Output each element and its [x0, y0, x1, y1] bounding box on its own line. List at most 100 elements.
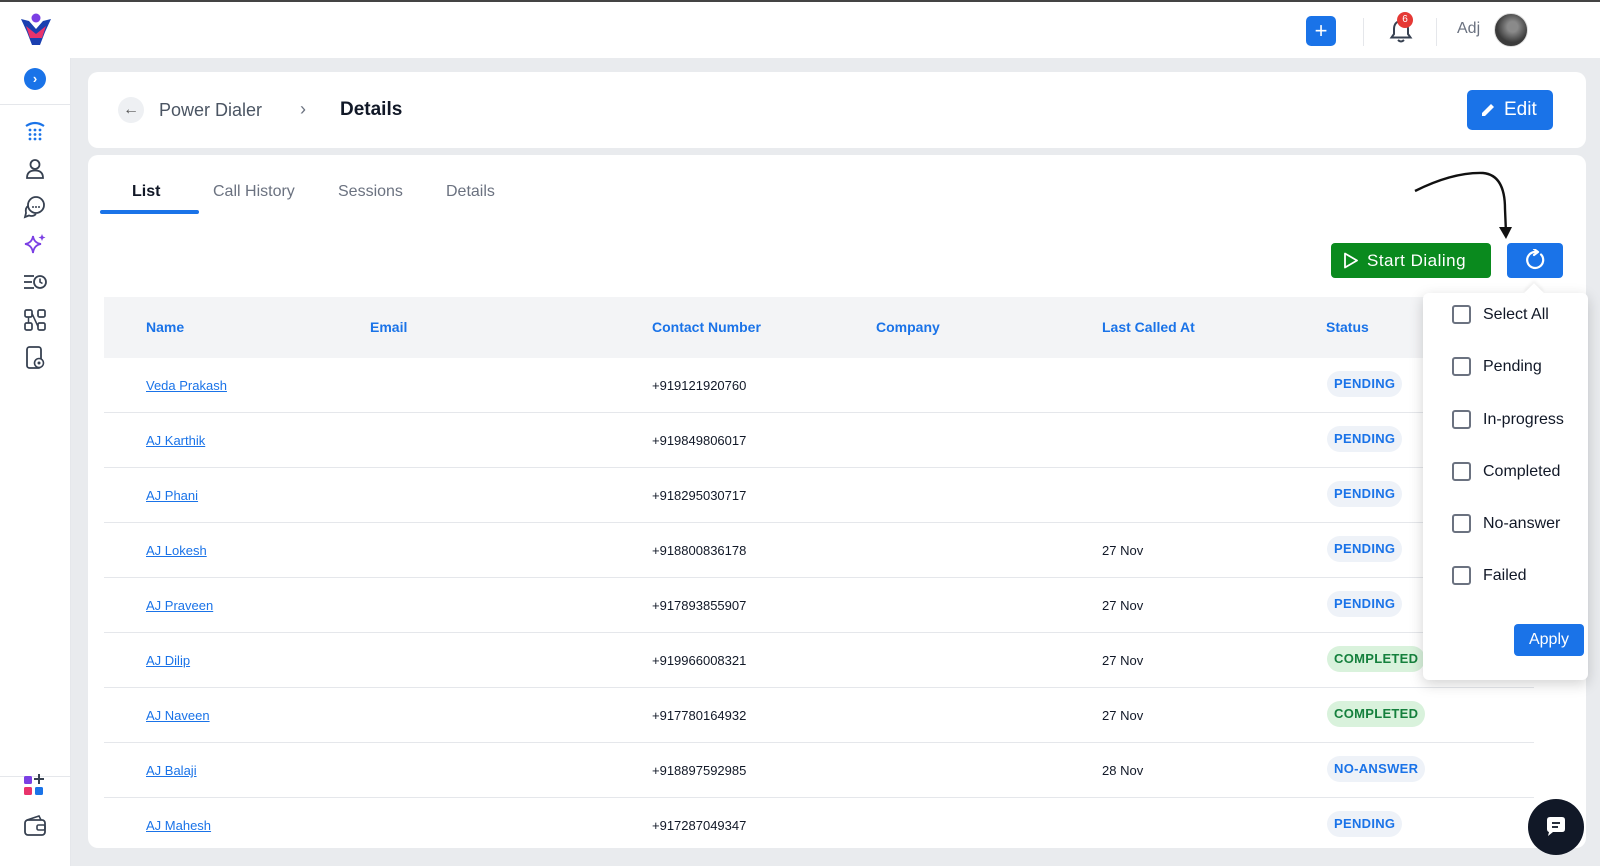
wallet-icon[interactable]: [22, 813, 48, 839]
contact-number: +917287049347: [652, 818, 747, 833]
filter-option-label: Completed: [1483, 463, 1561, 480]
filter-option-label: Failed: [1483, 567, 1527, 584]
checkbox[interactable]: [1452, 305, 1471, 324]
table-row[interactable]: Veda Prakash +919121920760 PENDING: [104, 358, 1534, 413]
notification-badge: 6: [1397, 12, 1413, 28]
contact-name-link[interactable]: AJ Mahesh: [146, 818, 211, 833]
back-button[interactable]: ←: [118, 97, 144, 123]
filter-option-label: Pending: [1483, 358, 1542, 375]
tab-list[interactable]: List: [132, 183, 160, 201]
checkbox[interactable]: [1452, 566, 1471, 585]
contact-name-link[interactable]: AJ Karthik: [146, 433, 205, 448]
last-called: 27 Nov: [1102, 653, 1144, 668]
last-called: 27 Nov: [1102, 598, 1144, 613]
phone-dialpad-icon[interactable]: [22, 118, 48, 144]
main-card: List Call History Sessions Details Start…: [88, 155, 1586, 848]
tab-call-history[interactable]: Call History: [213, 183, 295, 201]
top-bar: + 6 Adj: [0, 0, 1600, 58]
divider: [1436, 18, 1437, 46]
tab-sessions[interactable]: Sessions: [338, 183, 403, 201]
user-name[interactable]: Adj: [1457, 20, 1480, 38]
contact-name-link[interactable]: AJ Naveen: [146, 708, 210, 723]
status-badge: NO-ANSWER: [1327, 756, 1426, 782]
checkbox[interactable]: [1452, 357, 1471, 376]
add-button[interactable]: +: [1306, 16, 1336, 46]
status-badge: COMPLETED: [1327, 646, 1426, 672]
status-badge: PENDING: [1327, 536, 1403, 562]
table-header: Name Email Contact Number Company Last C…: [104, 297, 1534, 358]
start-dialing-label: Start Dialing: [1367, 251, 1467, 270]
contact-name-link[interactable]: AJ Phani: [146, 488, 198, 503]
play-icon: [1344, 252, 1358, 269]
header-card: ← Power Dialer › Details Edit: [88, 72, 1586, 148]
column-header-email[interactable]: Email: [370, 319, 407, 335]
last-called: 27 Nov: [1102, 708, 1144, 723]
status-badge: PENDING: [1327, 426, 1403, 452]
sidebar: ›: [0, 58, 71, 866]
annotation-arrow: [1414, 171, 1512, 239]
status-badge: PENDING: [1327, 591, 1403, 617]
column-header-last-called[interactable]: Last Called At: [1102, 319, 1195, 335]
status-badge: PENDING: [1327, 371, 1403, 397]
contact-number: +918295030717: [652, 488, 747, 503]
avatar[interactable]: [1494, 13, 1528, 47]
checkbox[interactable]: [1452, 514, 1471, 533]
page-title: Details: [340, 99, 403, 120]
chat-bubble-icon: [1547, 817, 1565, 836]
table-row[interactable]: AJ Mahesh +917287049347 PENDING: [104, 798, 1534, 848]
status-badge: PENDING: [1327, 811, 1403, 837]
ai-sparkle-icon[interactable]: [22, 231, 48, 257]
start-dialing-button[interactable]: Start Dialing: [1331, 243, 1491, 278]
contact-name-link[interactable]: AJ Dilip: [146, 653, 190, 668]
contact-number: +918800836178: [652, 543, 747, 558]
filter-option-label: In-progress: [1483, 411, 1564, 428]
apps-add-icon[interactable]: [22, 772, 48, 798]
checkbox[interactable]: [1452, 462, 1471, 481]
contact-number: +917780164932: [652, 708, 747, 723]
table-row[interactable]: AJ Karthik +919849806017 PENDING: [104, 413, 1534, 468]
table-row[interactable]: AJ Naveen +917780164932 27 Nov COMPLETED: [104, 688, 1534, 743]
checkbox[interactable]: [1452, 410, 1471, 429]
last-called: 27 Nov: [1102, 543, 1144, 558]
chevron-right-icon: ›: [300, 99, 306, 119]
contacts-icon[interactable]: [22, 156, 48, 182]
column-header-name[interactable]: Name: [146, 319, 184, 335]
table-row[interactable]: AJ Praveen +917893855907 27 Nov PENDING: [104, 578, 1534, 633]
apply-button[interactable]: Apply: [1514, 624, 1584, 656]
column-header-status[interactable]: Status: [1326, 319, 1369, 335]
workflow-icon[interactable]: [22, 307, 48, 333]
table-row[interactable]: AJ Lokesh +918800836178 27 Nov PENDING: [104, 523, 1534, 578]
divider: [1363, 18, 1364, 46]
edit-button[interactable]: Edit: [1467, 90, 1553, 130]
contact-name-link[interactable]: AJ Praveen: [146, 598, 213, 613]
chat-support-button[interactable]: [1528, 799, 1584, 855]
table-row[interactable]: AJ Phani +918295030717 PENDING: [104, 468, 1534, 523]
contact-number: +919849806017: [652, 433, 747, 448]
table-row[interactable]: AJ Balaji +918897592985 28 Nov NO-ANSWER: [104, 743, 1534, 798]
status-badge: PENDING: [1327, 481, 1403, 507]
device-settings-icon[interactable]: [22, 345, 48, 371]
refresh-icon: [1526, 249, 1545, 270]
table-row[interactable]: AJ Dilip +919966008321 27 Nov COMPLETED: [104, 633, 1534, 688]
filter-option-label: Select All: [1483, 306, 1549, 323]
contact-name-link[interactable]: Veda Prakash: [146, 378, 227, 393]
contact-name-link[interactable]: AJ Balaji: [146, 763, 197, 778]
sidebar-expand-button[interactable]: ›: [24, 68, 46, 90]
chat-icon[interactable]: [22, 194, 48, 220]
status-filter-dropdown: Select All Pending In-progress Completed…: [1423, 293, 1588, 680]
pencil-icon: [1482, 104, 1494, 116]
breadcrumb-parent[interactable]: Power Dialer: [159, 100, 262, 121]
column-header-contact[interactable]: Contact Number: [652, 319, 761, 335]
edit-button-label: Edit: [1504, 99, 1537, 120]
contact-number: +918897592985: [652, 763, 747, 778]
tab-details[interactable]: Details: [446, 183, 495, 201]
contact-number: +917893855907: [652, 598, 747, 613]
refresh-button[interactable]: [1507, 243, 1563, 278]
active-tab-indicator: [100, 210, 199, 214]
divider: [0, 104, 71, 105]
queue-history-icon[interactable]: [22, 269, 48, 295]
column-header-company[interactable]: Company: [876, 319, 940, 335]
app-logo[interactable]: [18, 12, 54, 48]
contact-number: +919966008321: [652, 653, 747, 668]
contact-name-link[interactable]: AJ Lokesh: [146, 543, 207, 558]
